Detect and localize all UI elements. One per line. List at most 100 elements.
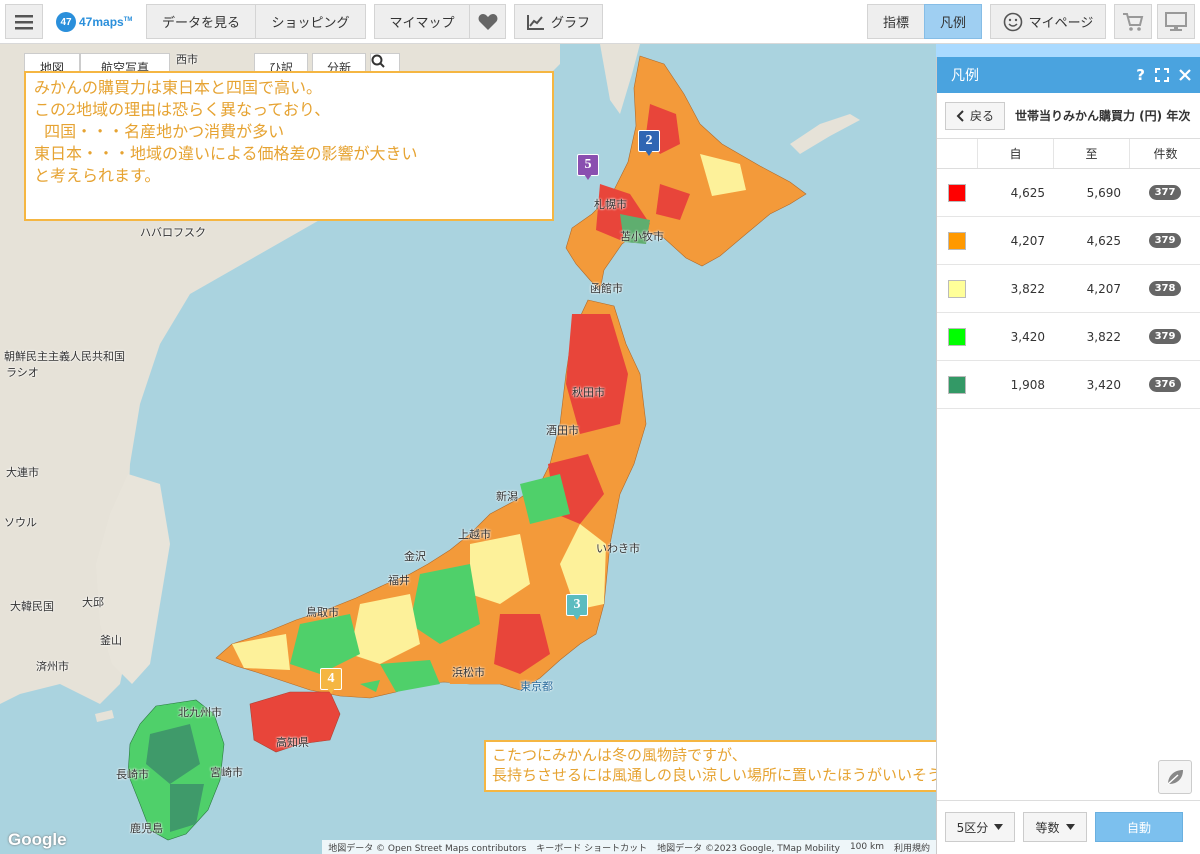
favorite-button[interactable] [469,4,506,39]
column-header-from: 自 [977,139,1053,168]
range-from: 3,822 [1010,281,1045,296]
color-swatch[interactable] [948,279,966,298]
range-to: 4,625 [1086,233,1121,248]
marker-pin-5[interactable]: 5 [577,154,599,180]
mymap-button[interactable]: マイマップ [374,4,470,39]
pin-label: 2 [638,130,660,152]
range-to: 3,822 [1086,329,1121,344]
eco-toggle-button[interactable] [1158,760,1192,794]
heart-icon [478,13,497,30]
logo[interactable]: 47 47mapsTM [56,9,132,35]
range-to: 5,690 [1086,185,1121,200]
count-badge: 376 [1148,377,1182,392]
cart-icon [1123,12,1144,31]
map-label: 新潟 [496,490,518,503]
legend-row[interactable]: 1,908 3,420 376 [937,361,1200,409]
shopping-button[interactable]: ショッピング [255,4,366,39]
legend-row[interactable]: 4,207 4,625 379 [937,217,1200,265]
map-label: 大連市 [6,466,39,479]
back-label: 戻る [969,109,994,123]
map-label: 北九州市 [178,706,222,719]
map-label: 金沢 [404,550,426,563]
legend-footer: 5区分 等数 自動 [937,800,1200,854]
chevron-left-icon [956,109,964,122]
map-attribution: 地図データ © Open Street Maps contributors キー… [322,840,936,854]
screen-button[interactable] [1157,4,1195,39]
cart-button[interactable] [1114,4,1152,39]
graph-button[interactable]: グラフ [514,4,603,39]
logo-text: 47mapsTM [79,15,133,29]
column-header-count: 件数 [1129,139,1200,168]
sakhalin [600,44,640,114]
top-toolbar: 47 47mapsTM データを見る ショッピング マイマップ グラフ 指標 凡… [0,0,1200,44]
note-line: と考えられます。 [34,166,161,185]
count-badge: 378 [1148,281,1182,296]
range-from: 3,420 [1010,329,1045,344]
mypage-button[interactable]: マイページ [990,4,1106,39]
graph-label: グラフ [550,16,590,31]
legend-subheader: 戻る 世帯当りみかん購買力 (円) 年次 [937,93,1200,139]
color-swatch[interactable] [948,231,966,250]
map-label: 宮崎市 [210,766,243,779]
close-icon[interactable] [1179,69,1191,81]
note-line: こたつにみかんは冬の風物詩ですが、 [492,746,747,764]
indicator-button[interactable]: 指標 [867,4,925,39]
google-logo: Google [8,830,67,849]
indicator-title: 世帯当りみかん購買力 (円) 年次 [1015,109,1191,123]
caret-down-icon [1065,824,1075,830]
legend-button[interactable]: 凡例 [924,4,982,39]
map-label: 大邱 [82,596,104,609]
map-label: 長崎市 [116,768,149,781]
map-label: 札幌市 [594,198,627,211]
count-badge: 379 [1148,329,1182,344]
monitor-icon [1165,11,1187,31]
attribution-osm[interactable]: 地図データ © Open Street Maps contributors [328,841,526,854]
divisions-dropdown[interactable]: 5区分 [945,812,1015,842]
map-label: 鹿児島 [130,822,163,835]
range-to: 4,207 [1086,281,1121,296]
legend-row[interactable]: 3,420 3,822 379 [937,313,1200,361]
map-label: 苫小牧市 [620,230,664,243]
keyboard-shortcuts-link[interactable]: キーボード ショートカット [536,841,647,854]
expand-icon[interactable] [1155,68,1169,82]
count-badge: 377 [1148,185,1182,200]
note-line: みかんの購買力は東日本と四国で高い。 [34,78,323,97]
app-root: 47 47mapsTM データを見る ショッピング マイマップ グラフ 指標 凡… [0,0,1200,854]
color-swatch[interactable] [948,327,966,346]
method-value: 等数 [1035,820,1060,835]
annotation-note-bottom: こたつにみかんは冬の風物詩ですが、 長持ちさせるには風通しの良い涼しい場所に置い… [484,740,936,792]
note-line: この2地域の理由は恐らく異なっており、 [34,100,331,119]
back-button[interactable]: 戻る [945,101,1005,130]
legend-panel-title: 凡例 [951,68,979,84]
note-line: 東日本・・・地域の違いによる価格差の影響が大きい [34,144,418,163]
map-label: 浜松市 [452,666,485,679]
map-label: いわき市 [596,542,640,555]
map-label: 上越市 [458,528,491,541]
auto-button[interactable]: 自動 [1095,812,1183,842]
marker-pin-3[interactable]: 3 [566,594,588,620]
color-swatch[interactable] [948,183,966,202]
map-label: 秋田市 [572,386,605,399]
map-canvas[interactable]: 地図 航空写真 ひ訳 分新 西市 札幌市 苫小牧市 函館市 秋田市 酒田市 新潟… [0,44,936,854]
divisions-value: 5区分 [956,820,989,835]
hamburger-menu-button[interactable] [5,4,43,39]
column-header-to: 至 [1053,139,1129,168]
column-header [937,139,977,168]
pin-label: 5 [577,154,599,176]
note-line: 四国・・・名産地かつ消費が多い [34,122,285,141]
range-from: 1,908 [1010,377,1045,392]
marker-pin-4[interactable]: 4 [320,668,342,694]
terms-link[interactable]: 利用規約 [894,841,930,854]
view-data-button[interactable]: データを見る [146,4,256,39]
map-label: ラシオ [6,366,39,379]
map-label: 福井 [388,574,410,587]
legend-row[interactable]: 3,822 4,207 378 [937,265,1200,313]
color-swatch[interactable] [948,375,966,394]
range-from: 4,207 [1010,233,1045,248]
method-dropdown[interactable]: 等数 [1023,812,1087,842]
legend-row[interactable]: 4,625 5,690 377 [937,169,1200,217]
note-line: 長持ちさせるには風通しの良い涼しい場所に置いたほうがいいそうです。 [492,766,936,784]
hokkaido [565,55,807,291]
marker-pin-2[interactable]: 2 [638,130,660,156]
help-icon[interactable]: ? [1136,66,1145,84]
